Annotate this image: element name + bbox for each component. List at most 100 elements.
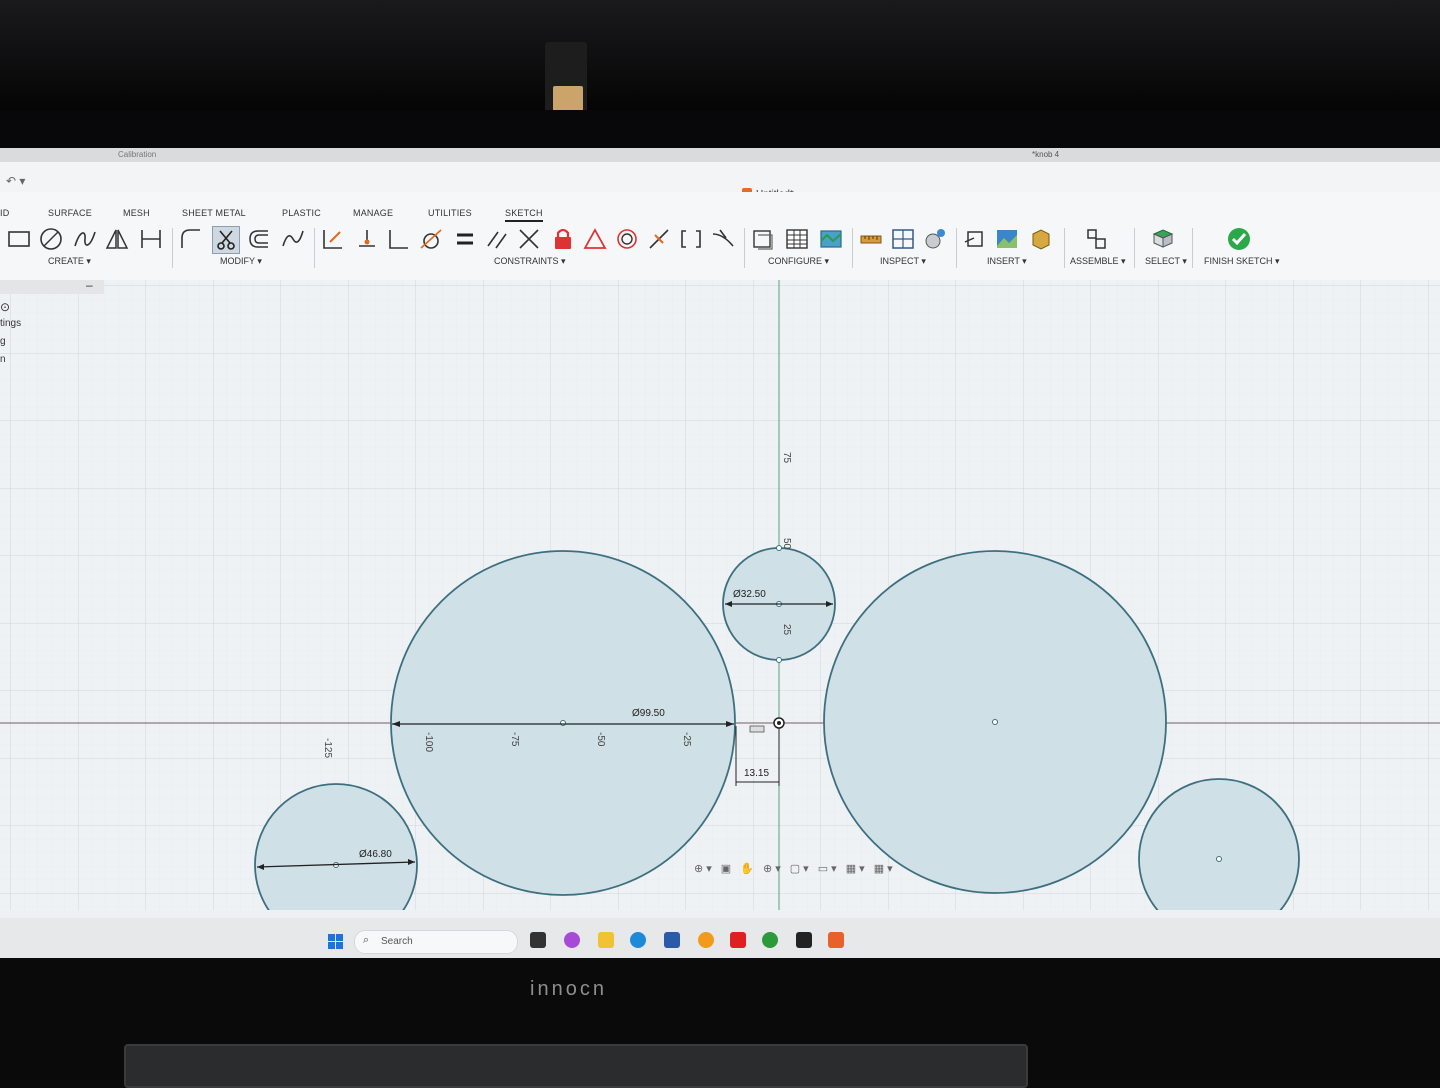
- quadrant-point[interactable]: [776, 657, 782, 663]
- separator: [744, 228, 745, 268]
- equal-icon[interactable]: [452, 226, 478, 252]
- inspect-menu[interactable]: INSPECT ▾: [880, 256, 926, 267]
- parameters-icon[interactable]: [750, 226, 776, 252]
- edge-icon[interactable]: [630, 932, 646, 948]
- fusion-app-icon[interactable]: [828, 932, 844, 948]
- insert-image-icon[interactable]: [994, 226, 1020, 252]
- tangent-icon[interactable]: [418, 226, 444, 252]
- center-point[interactable]: [560, 720, 566, 726]
- tab-utilities[interactable]: UTILITIES: [428, 208, 472, 218]
- file-explorer-icon[interactable]: [598, 932, 614, 948]
- select-box-icon[interactable]: [1150, 226, 1176, 252]
- task-view-icon[interactable]: [530, 932, 546, 948]
- tab-sketch[interactable]: SKETCH: [505, 208, 543, 222]
- horizontal-constraint-glyph[interactable]: [749, 725, 765, 733]
- spline-icon[interactable]: [72, 226, 98, 252]
- modify-menu[interactable]: MODIFY ▾: [220, 256, 262, 267]
- origin-dot: [777, 721, 781, 725]
- dimension-text-left-small[interactable]: Ø46.80: [359, 849, 392, 860]
- measure-icon[interactable]: [858, 226, 884, 252]
- undo-redo-icon[interactable]: ↶ ▾: [6, 174, 25, 188]
- configure-map-icon[interactable]: [818, 226, 844, 252]
- youtube-icon[interactable]: [730, 932, 746, 948]
- visibility-icon[interactable]: ⊙: [0, 300, 10, 314]
- search-icon: ⌕: [363, 934, 370, 946]
- app-header: [0, 162, 1440, 192]
- y-tick-label: 75: [781, 452, 792, 464]
- dimension-text-offset[interactable]: 13.15: [744, 768, 769, 779]
- collinear-icon[interactable]: [516, 226, 542, 252]
- monitor-bezel-bottom: innocn: [0, 958, 1440, 1088]
- monitor-stand: [124, 1044, 1028, 1088]
- insert-derive-icon[interactable]: [962, 226, 988, 252]
- collapse-button[interactable]: –: [86, 278, 93, 292]
- center-point[interactable]: [992, 719, 998, 725]
- zebra-analysis-icon[interactable]: [922, 226, 948, 252]
- copilot-icon[interactable]: [564, 932, 580, 948]
- constraints-menu[interactable]: CONSTRAINTS ▾: [494, 256, 566, 267]
- x-tick-label: -125: [322, 738, 333, 759]
- center-point[interactable]: [1216, 856, 1222, 862]
- x-tick-label: -50: [595, 732, 606, 747]
- circle-icon[interactable]: [38, 226, 64, 252]
- assemble-joint-icon[interactable]: [1084, 226, 1110, 252]
- viewport-navigation-bar[interactable]: ⊕▾ ▣ ✋ ⊕▾ ▢▾ ▭▾ ▦▾ ▦▾: [694, 862, 896, 875]
- break-icon[interactable]: [280, 226, 306, 252]
- select-menu[interactable]: SELECT ▾: [1145, 256, 1187, 267]
- taskbar-search[interactable]: ⌕ Search: [354, 930, 518, 954]
- dimension-text-large[interactable]: Ø99.50: [632, 708, 665, 719]
- midpoint-icon[interactable]: [646, 226, 672, 252]
- mirror-icon[interactable]: [104, 226, 130, 252]
- coincident-icon[interactable]: [354, 226, 380, 252]
- windows-taskbar: ⌕ Search: [0, 918, 1440, 958]
- windows-start-icon[interactable]: [328, 934, 344, 950]
- concentric-icon[interactable]: [614, 226, 640, 252]
- store-icon[interactable]: [664, 932, 680, 948]
- curvature-icon[interactable]: [710, 226, 736, 252]
- tab-plastic[interactable]: PLASTIC: [282, 208, 321, 218]
- rectangle-icon[interactable]: [6, 226, 32, 252]
- separator: [1134, 228, 1135, 268]
- parallel-icon[interactable]: [484, 226, 510, 252]
- tab-surface[interactable]: SURFACE: [48, 208, 92, 218]
- interference-icon[interactable]: [890, 226, 916, 252]
- offset-icon[interactable]: [246, 226, 272, 252]
- table-icon[interactable]: [784, 226, 810, 252]
- sketch-canvas[interactable]: Ø99.50 Ø32.50 Ø46.80 13.15 -125 -100 -75…: [0, 280, 1440, 947]
- insert-menu[interactable]: INSERT ▾: [987, 256, 1027, 267]
- fix-lock-icon[interactable]: [550, 226, 576, 252]
- monitor-bezel-top: [0, 110, 1440, 150]
- assemble-menu[interactable]: ASSEMBLE ▾: [1070, 256, 1126, 267]
- symmetry-icon[interactable]: [678, 226, 704, 252]
- tab-sheet-metal[interactable]: SHEET METAL: [182, 208, 246, 218]
- browser-item[interactable]: g: [0, 336, 6, 347]
- fillet-icon[interactable]: [178, 226, 204, 252]
- xbox-icon[interactable]: [762, 932, 778, 948]
- separator: [1064, 228, 1065, 268]
- perpendicular-icon[interactable]: [386, 226, 412, 252]
- dimension-text-small-top[interactable]: Ø32.50: [733, 589, 766, 600]
- horizontal-vertical-icon[interactable]: [320, 226, 346, 252]
- y-tick-label: 25: [781, 624, 792, 636]
- finish-sketch-check-icon[interactable]: [1226, 226, 1252, 252]
- browser-item[interactable]: tings: [0, 318, 21, 329]
- tab-manage[interactable]: MANAGE: [353, 208, 393, 218]
- sketch-drawing[interactable]: [0, 280, 1440, 947]
- window-titlebar: Calibration *knob 4: [0, 148, 1440, 162]
- app-icon[interactable]: [796, 932, 812, 948]
- browser-item[interactable]: n: [0, 354, 6, 365]
- insert-mesh-icon[interactable]: [1028, 226, 1054, 252]
- browser-icon[interactable]: [698, 932, 714, 948]
- finish-sketch-button[interactable]: FINISH SKETCH ▾: [1204, 256, 1280, 267]
- tab-mesh[interactable]: MESH: [123, 208, 150, 218]
- triangle-constraint-icon[interactable]: [582, 226, 608, 252]
- recent-file-label[interactable]: Calibration: [118, 150, 156, 159]
- create-menu[interactable]: CREATE ▾: [48, 256, 91, 267]
- dimension-icon[interactable]: [138, 226, 164, 252]
- trim-scissors-icon[interactable]: [212, 226, 240, 254]
- background-desk: [0, 0, 1440, 110]
- document-title: *knob 4: [1032, 150, 1060, 159]
- tab-solid[interactable]: ID: [0, 208, 9, 218]
- configure-menu[interactable]: CONFIGURE ▾: [768, 256, 829, 267]
- x-tick-label: -100: [423, 732, 434, 753]
